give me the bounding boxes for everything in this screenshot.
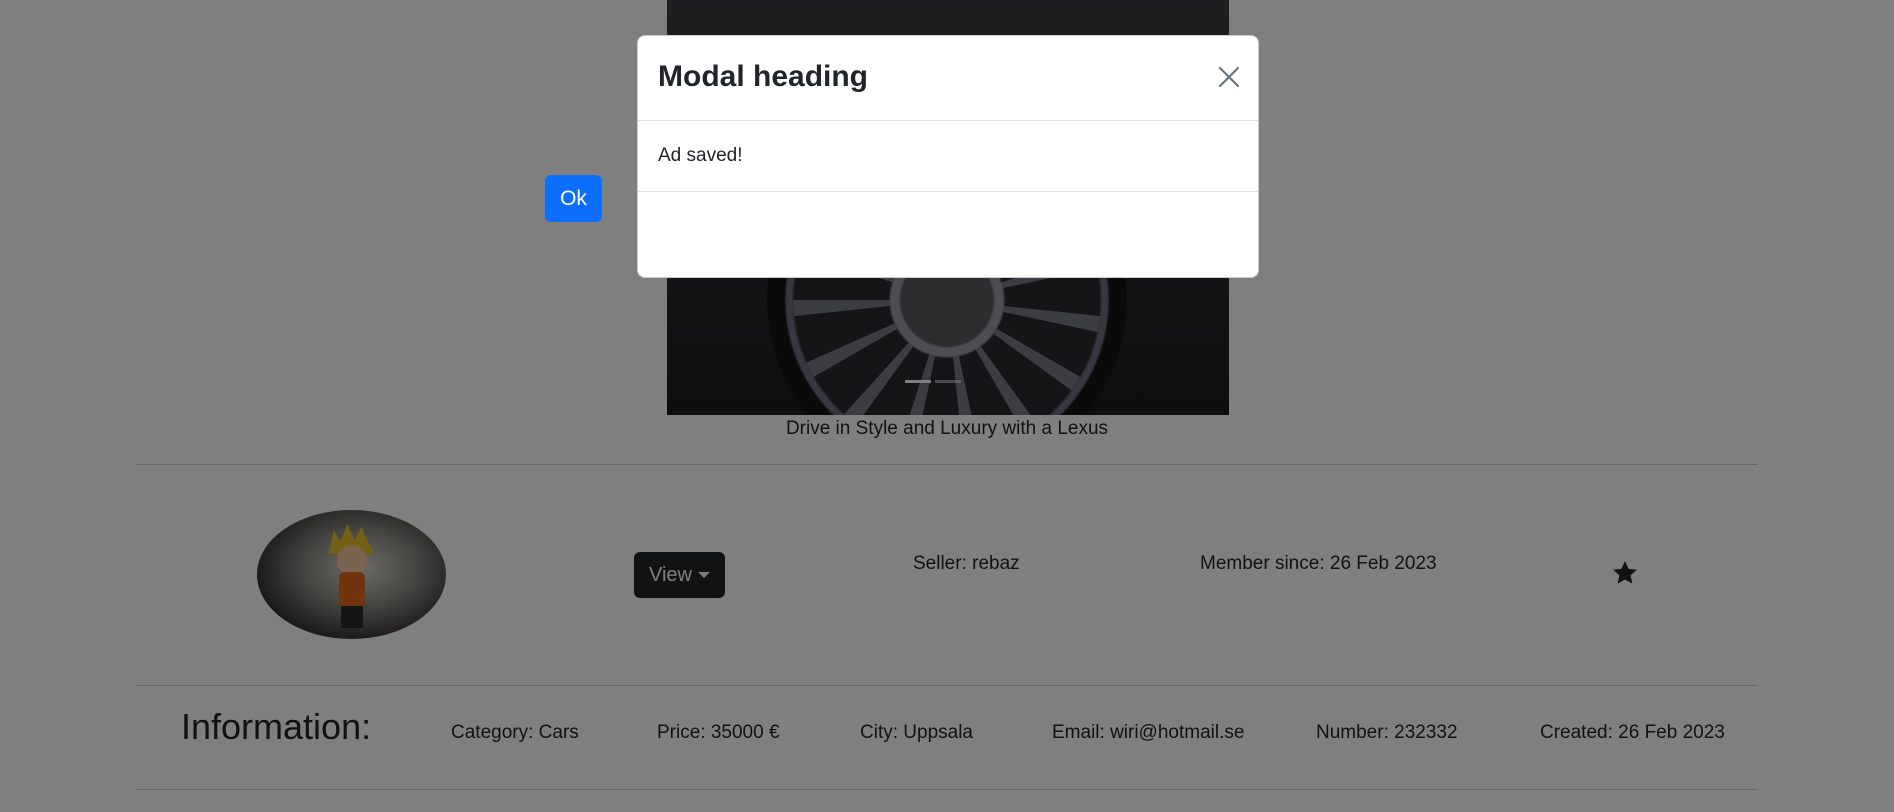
- confirmation-modal: Modal heading Ad saved!: [637, 35, 1259, 278]
- modal-message: Ad saved!: [658, 145, 743, 166]
- modal-body: Ad saved!: [638, 121, 1258, 192]
- modal-title: Modal heading: [658, 60, 868, 93]
- close-icon[interactable]: [1216, 64, 1242, 90]
- modal-header: Modal heading: [638, 36, 1258, 121]
- ok-button[interactable]: Ok: [545, 175, 602, 222]
